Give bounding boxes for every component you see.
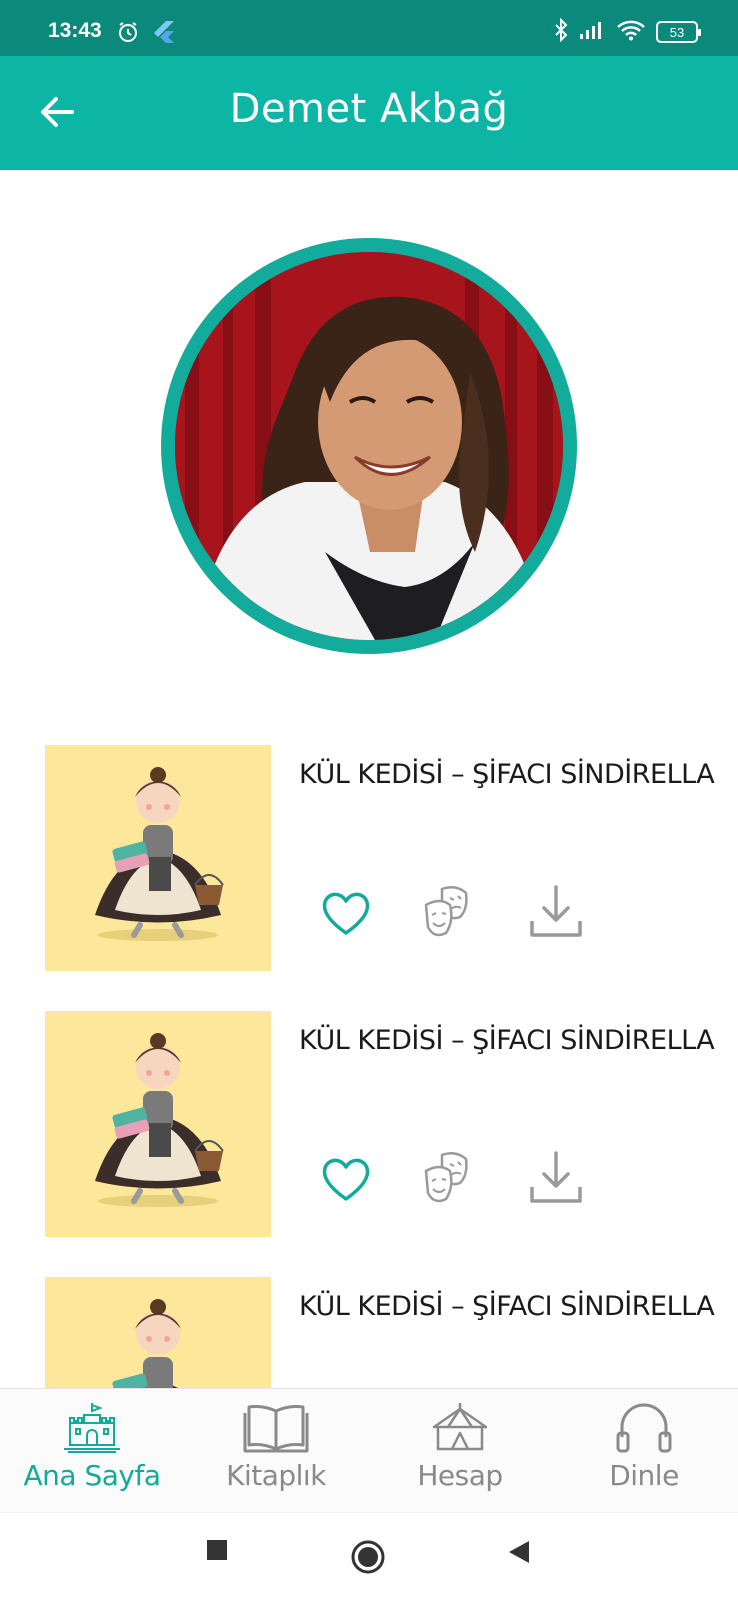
list-item[interactable]: KÜL KEDİSİ – ŞİFACI SİNDİRELLA [0,745,738,975]
book-title[interactable]: KÜL KEDİSİ – ŞİFACI SİNDİRELLA [299,1025,715,1056]
book-list: KÜL KEDİSİ – ŞİFACI SİNDİRELLA KÜL KEDİS… [0,745,738,1390]
theater-button[interactable] [420,883,480,943]
heart-icon [322,892,370,935]
recent-apps-button[interactable] [206,1539,228,1565]
theater-masks-icon [424,1151,468,1203]
bottom-nav: Ana Sayfa Kitaplık Hesap Dinle [0,1388,738,1512]
list-item[interactable]: KÜL KEDİSİ – ŞİFACI SİNDİRELLA [0,1277,738,1390]
flutter-icon [152,20,174,48]
system-back-button[interactable] [507,1539,531,1569]
status-time: 13:43 [48,19,102,42]
list-item[interactable]: KÜL KEDİSİ – ŞİFACI SİNDİRELLA [0,1011,738,1241]
nav-label-listen: Dinle [609,1459,679,1492]
download-icon [530,1151,582,1203]
battery-level: 53 [669,24,685,40]
app-bar: Demet Akbağ [0,56,738,170]
home-button[interactable] [350,1539,386,1579]
heart-icon [322,1158,370,1201]
book-cover[interactable] [45,745,271,971]
like-button[interactable] [316,1149,376,1209]
like-button[interactable] [316,883,376,943]
triangle-back-icon [509,1541,529,1563]
book-cover[interactable] [45,1011,271,1237]
book-title[interactable]: KÜL KEDİSİ – ŞİFACI SİNDİRELLA [299,759,715,790]
theater-button[interactable] [420,1149,480,1209]
download-button[interactable] [526,883,586,943]
nav-label-home: Ana Sayfa [23,1459,161,1492]
signal-icon [578,19,606,45]
bluetooth-icon [554,17,568,46]
castle-icon [64,1403,120,1453]
circle-icon [351,1540,385,1574]
nav-item-listen[interactable]: Dinle [552,1401,736,1506]
book-cover[interactable] [45,1277,271,1390]
nav-item-account[interactable]: Hesap [368,1401,552,1506]
square-icon [207,1540,227,1560]
nav-item-library[interactable]: Kitaplık [184,1401,368,1506]
page-title: Demet Akbağ [229,86,509,132]
book-icon [243,1405,309,1453]
alarm-icon [116,20,140,48]
download-button[interactable] [526,1149,586,1209]
nav-label-library: Kitaplık [226,1459,326,1492]
nav-item-home[interactable]: Ana Sayfa [0,1401,184,1506]
book-title[interactable]: KÜL KEDİSİ – ŞİFACI SİNDİRELLA [299,1291,715,1322]
battery-icon: 53 [656,21,701,43]
headphones-icon [616,1403,672,1453]
status-icons: 53 [554,17,701,46]
download-icon [530,885,582,937]
circus-tent-icon [432,1403,488,1451]
theater-masks-icon [424,885,468,937]
narrator-avatar [161,238,577,654]
nav-label-account: Hesap [417,1459,503,1492]
system-nav-bar [0,1512,738,1600]
status-bar: 13:43 53 [0,0,738,56]
wifi-icon [616,19,646,45]
